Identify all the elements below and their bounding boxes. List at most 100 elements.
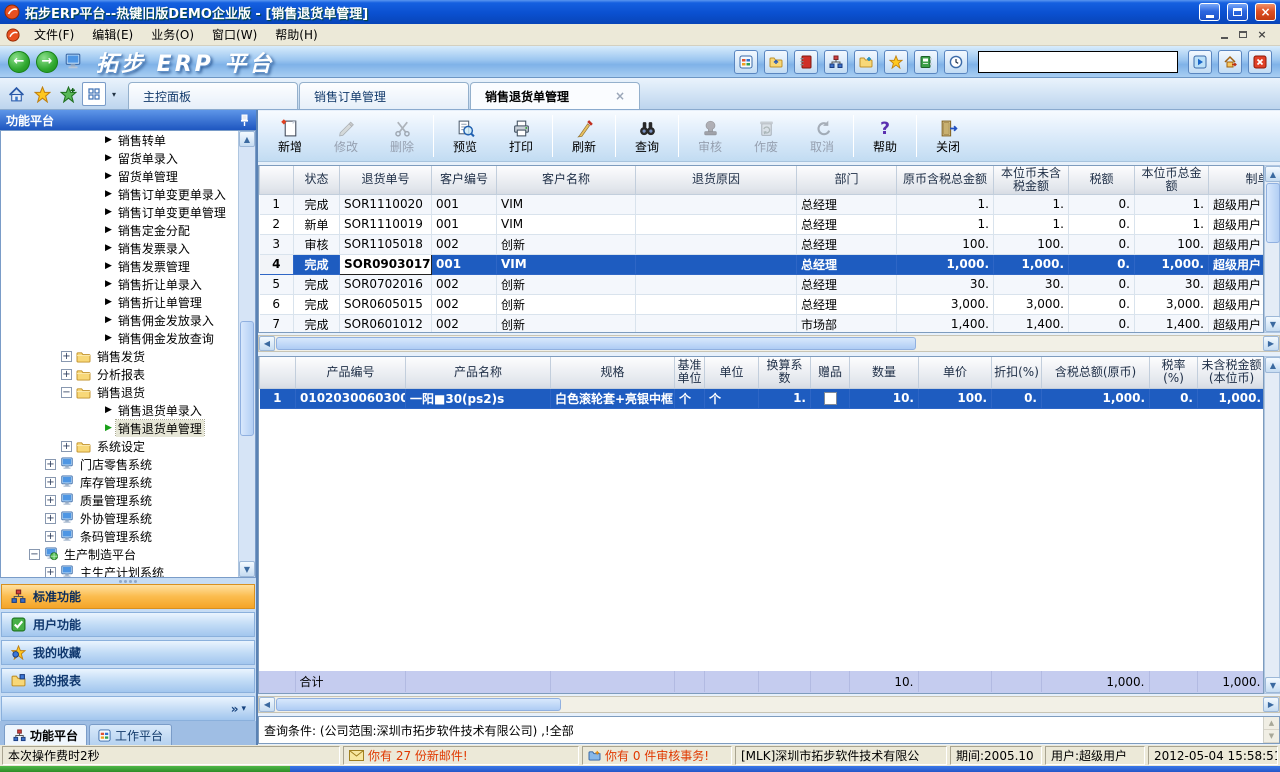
column-header[interactable]: 未含税金额(本位币) bbox=[1198, 357, 1265, 388]
column-header[interactable]: 本位币总金额 bbox=[1135, 166, 1209, 194]
scroll-down-icon[interactable]: ▼ bbox=[1264, 730, 1279, 743]
expand-plus-icon[interactable]: + bbox=[45, 513, 56, 524]
tree-scrollbar[interactable]: ▲ ▼ bbox=[238, 131, 255, 577]
delete-button[interactable]: 删除 bbox=[374, 113, 430, 160]
tree-item[interactable]: ▶ 销售退货单管理 bbox=[1, 419, 238, 437]
mdi-close-button[interactable]: × bbox=[1254, 28, 1270, 42]
tree-scroll-thumb[interactable] bbox=[240, 321, 254, 436]
order-row[interactable]: 5 完成 SOR0702016 002 创新 总经理 30. 30. 0. 30… bbox=[260, 274, 1265, 294]
detail-row[interactable]: 1 0102030060300 一阳■30(ps2)s 白色滚轮套+亮银中框 个… bbox=[260, 388, 1265, 408]
column-header[interactable]: 税率(%) bbox=[1150, 357, 1198, 388]
mdi-minimize-button[interactable] bbox=[1216, 28, 1232, 42]
tree-item[interactable]: ▶ 销售发票录入 bbox=[1, 239, 238, 257]
void-button[interactable]: 作废 bbox=[738, 113, 794, 160]
column-header[interactable]: 规格 bbox=[551, 357, 675, 388]
detail-hscroll-thumb[interactable] bbox=[276, 698, 561, 711]
home-exit-button[interactable] bbox=[1218, 50, 1242, 74]
mdi-restore-button[interactable] bbox=[1235, 28, 1251, 42]
scroll-left-icon[interactable]: ◀ bbox=[259, 697, 275, 712]
quick-search-input[interactable] bbox=[978, 51, 1178, 73]
orders-hscrollbar[interactable]: ◀ ▶ bbox=[258, 335, 1280, 352]
scroll-right-icon[interactable]: ▶ bbox=[1263, 697, 1279, 712]
document-tab[interactable]: 销售退货单管理 × bbox=[470, 82, 640, 109]
tree-item[interactable]: ▶ 销售定金分配 bbox=[1, 221, 238, 239]
tree-item[interactable]: ▶ 销售佣金发放录入 bbox=[1, 311, 238, 329]
detail-hscrollbar[interactable]: ◀ ▶ bbox=[258, 696, 1280, 713]
expand-plus-icon[interactable]: + bbox=[45, 531, 56, 542]
expand-plus-icon[interactable]: + bbox=[61, 441, 72, 452]
sidebar-bottom-tab[interactable]: 功能平台 bbox=[4, 724, 87, 745]
folder-up-icon[interactable] bbox=[764, 50, 788, 74]
close-button[interactable]: × bbox=[1255, 3, 1276, 21]
expand-plus-icon[interactable]: + bbox=[61, 369, 72, 380]
tree-item[interactable]: + 质量管理系统 bbox=[1, 491, 238, 509]
star-icon[interactable] bbox=[884, 50, 908, 74]
column-header[interactable]: 换算系数 bbox=[759, 357, 811, 388]
document-tab[interactable]: 销售订单管理 bbox=[299, 82, 469, 109]
tree-item[interactable]: + 库存管理系统 bbox=[1, 473, 238, 491]
restore-button[interactable] bbox=[1227, 3, 1248, 21]
tree-item[interactable]: + 销售发货 bbox=[1, 347, 238, 365]
column-header[interactable]: 本位币未含税金额 bbox=[994, 166, 1069, 194]
column-header[interactable]: 产品编号 bbox=[296, 357, 406, 388]
order-row[interactable]: 3 审核 SOR1105018 002 创新 总经理 100. 100. 0. … bbox=[260, 234, 1265, 254]
menu-item[interactable]: 编辑(E) bbox=[84, 24, 141, 45]
query-button[interactable]: 查询 bbox=[619, 113, 675, 160]
menu-item[interactable]: 窗口(W) bbox=[204, 24, 265, 45]
column-header[interactable]: 数量 bbox=[850, 357, 919, 388]
tab-close-icon[interactable]: × bbox=[591, 89, 625, 103]
scroll-up-icon[interactable]: ▲ bbox=[239, 131, 255, 147]
tree-item[interactable]: + 系统设定 bbox=[1, 437, 238, 455]
tree-item[interactable]: − 生产制造平台 bbox=[1, 545, 238, 563]
column-header[interactable]: 基准单位 bbox=[675, 357, 705, 388]
column-header[interactable]: 状态 bbox=[294, 166, 340, 194]
column-header[interactable]: 折扣(%) bbox=[992, 357, 1042, 388]
order-row[interactable]: 7 完成 SOR0601012 002 创新 市场部 1,400. 1,400.… bbox=[260, 314, 1265, 333]
collapse-minus-icon[interactable]: − bbox=[61, 387, 72, 398]
order-row[interactable]: 2 新单 SOR1110019 001 VIM 总经理 1. 1. 0. 1. … bbox=[260, 214, 1265, 234]
scroll-up-icon[interactable]: ▲ bbox=[1265, 357, 1280, 373]
cell-gift-checkbox[interactable] bbox=[811, 388, 850, 408]
tree-item[interactable]: + 条码管理系统 bbox=[1, 527, 238, 545]
column-header[interactable]: 客户名称 bbox=[497, 166, 636, 194]
scroll-left-icon[interactable]: ◀ bbox=[259, 336, 275, 351]
tree-item[interactable]: ▶ 销售折让单录入 bbox=[1, 275, 238, 293]
orders-scroll-thumb[interactable] bbox=[1266, 183, 1280, 243]
column-header[interactable]: 制单人 bbox=[1209, 166, 1265, 194]
add-favorite-icon[interactable] bbox=[56, 82, 80, 106]
sidebar-bottom-tab[interactable]: 工作平台 bbox=[89, 724, 172, 745]
column-header[interactable]: 退货原因 bbox=[636, 166, 797, 194]
orgchart-icon[interactable] bbox=[824, 50, 848, 74]
tree-item[interactable]: ▶ 留货单录入 bbox=[1, 149, 238, 167]
expand-plus-icon[interactable]: + bbox=[45, 567, 56, 578]
status-audit[interactable]: 你有 0 件审核事务! bbox=[582, 746, 732, 765]
scroll-right-icon[interactable]: ▶ bbox=[1263, 336, 1279, 351]
tree-item[interactable]: ▶ 留货单管理 bbox=[1, 167, 238, 185]
scroll-up-icon[interactable]: ▲ bbox=[1264, 717, 1279, 730]
menu-item[interactable]: 文件(F) bbox=[26, 24, 82, 45]
addressbook-icon[interactable] bbox=[914, 50, 938, 74]
column-header[interactable]: 部门 bbox=[797, 166, 897, 194]
cancel-button[interactable]: 取消 bbox=[794, 113, 850, 160]
column-header[interactable]: 原币含税总金额 bbox=[897, 166, 994, 194]
column-header[interactable]: 单位 bbox=[705, 357, 759, 388]
tree-item[interactable]: + 主生产计划系统 bbox=[1, 563, 238, 578]
sidebar-panel-button[interactable]: 我的报表 bbox=[1, 668, 255, 693]
column-header[interactable]: 退货单号 bbox=[340, 166, 432, 194]
new-button[interactable]: 新增 bbox=[262, 113, 318, 160]
query-mini-scrollbar[interactable]: ▲ ▼ bbox=[1263, 717, 1279, 743]
print-button[interactable]: 打印 bbox=[493, 113, 549, 160]
scroll-down-icon[interactable]: ▼ bbox=[1265, 677, 1280, 693]
expand-plus-icon[interactable]: + bbox=[45, 495, 56, 506]
tree-item[interactable]: + 外协管理系统 bbox=[1, 509, 238, 527]
orders-vscrollbar[interactable]: ▲ ▼ bbox=[1264, 165, 1280, 333]
column-header[interactable]: 含税总额(原币) bbox=[1042, 357, 1150, 388]
status-mail[interactable]: 你有 27 份新邮件! bbox=[343, 746, 579, 765]
tree-item[interactable]: ▶ 销售订单变更单管理 bbox=[1, 203, 238, 221]
sidebar-panel-button[interactable]: 标准功能 bbox=[1, 584, 255, 609]
chevron-more-icon[interactable]: » bbox=[231, 702, 239, 716]
layout-dropdown-caret[interactable]: ▾ bbox=[108, 82, 120, 106]
dashboard-icon[interactable] bbox=[734, 50, 758, 74]
favorite-star-icon[interactable] bbox=[30, 82, 54, 106]
notebook-icon[interactable] bbox=[794, 50, 818, 74]
